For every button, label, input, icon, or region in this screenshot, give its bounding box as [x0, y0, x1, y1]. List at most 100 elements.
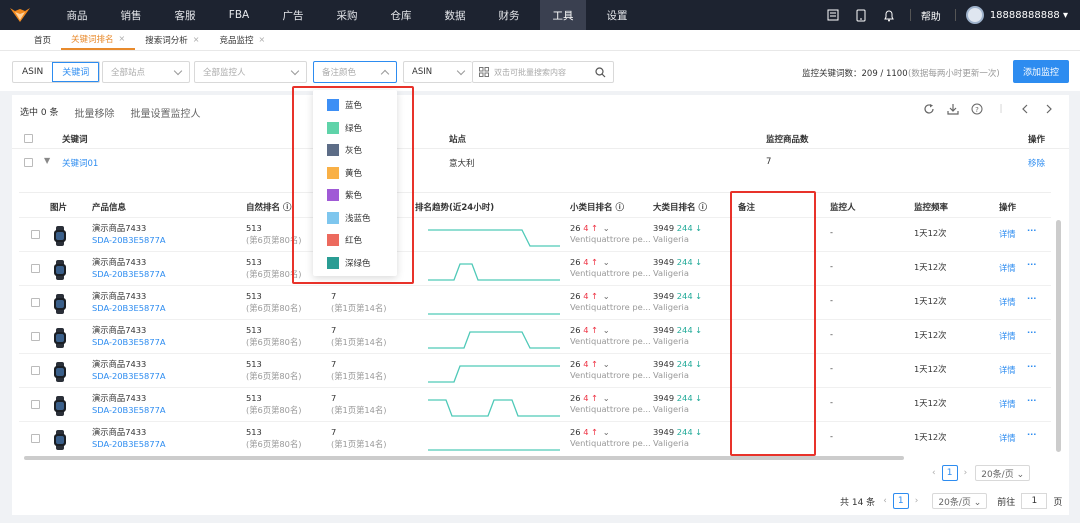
- site-select[interactable]: 全部站点: [102, 61, 190, 83]
- more-icon[interactable]: ···: [1027, 225, 1036, 235]
- bell-icon[interactable]: [882, 8, 896, 22]
- avatar[interactable]: [965, 6, 984, 24]
- page-size-select[interactable]: 20条/页 ⌄: [975, 465, 1031, 481]
- nav-item[interactable]: FBA: [216, 0, 262, 30]
- row-checkbox[interactable]: [31, 230, 40, 239]
- product-sku-link[interactable]: SDA-20B3E5877A: [92, 371, 166, 381]
- prev-page-icon[interactable]: ‹: [883, 496, 887, 506]
- help-link[interactable]: 帮助: [921, 8, 941, 23]
- monitor-select[interactable]: 全部监控人: [194, 61, 307, 83]
- mobile-icon[interactable]: [854, 8, 868, 22]
- nav-item[interactable]: 商品: [54, 0, 100, 30]
- product-sku-link[interactable]: SDA-20B3E5877A: [92, 235, 166, 245]
- more-icon[interactable]: ···: [1027, 327, 1036, 337]
- batch-grid-icon[interactable]: [479, 67, 489, 77]
- page-tab[interactable]: 竞品监控 ×: [209, 29, 275, 50]
- search-type-select[interactable]: ASIN: [403, 61, 472, 83]
- close-icon[interactable]: ×: [119, 34, 126, 43]
- more-icon[interactable]: ···: [1027, 361, 1036, 371]
- more-icon[interactable]: ···: [1027, 429, 1036, 439]
- download-icon[interactable]: [945, 101, 961, 117]
- page-tab[interactable]: 关键词排名 ×: [61, 29, 136, 50]
- row-checkbox[interactable]: [31, 298, 40, 307]
- chevron-down-icon[interactable]: ⌄: [603, 427, 610, 437]
- row-checkbox[interactable]: [31, 434, 40, 443]
- chevron-down-icon[interactable]: ⌄: [603, 257, 610, 267]
- remove-link[interactable]: 移除: [1028, 157, 1045, 169]
- chevron-down-icon[interactable]: ⌄: [603, 359, 610, 369]
- segment-keyword[interactable]: 关键词: [52, 62, 100, 82]
- row-checkbox[interactable]: [24, 158, 33, 167]
- nav-item[interactable]: 设置: [594, 0, 640, 30]
- row-checkbox[interactable]: [31, 332, 40, 341]
- prev-page-icon[interactable]: ‹: [932, 468, 936, 478]
- sub-rank: 26 4 ↑ ⌄: [570, 223, 610, 233]
- close-icon[interactable]: ×: [193, 35, 200, 44]
- page-tab[interactable]: 搜索词分析 ×: [135, 29, 209, 50]
- detail-link[interactable]: 详情: [999, 330, 1016, 342]
- nav-item[interactable]: 销售: [108, 0, 154, 30]
- row-checkbox[interactable]: [31, 366, 40, 375]
- page-size-select[interactable]: 20条/页 ⌄: [932, 493, 988, 509]
- close-icon[interactable]: ×: [258, 35, 265, 44]
- product-sku-link[interactable]: SDA-20B3E5877A: [92, 405, 166, 415]
- natural-rank: 513: [246, 257, 262, 267]
- search-input[interactable]: 双击可批量搜索内容: [472, 61, 614, 83]
- nav-item[interactable]: 采购: [324, 0, 370, 30]
- detail-link[interactable]: 详情: [999, 398, 1016, 410]
- chevron-down-icon[interactable]: ⌄: [603, 325, 610, 335]
- row-checkbox[interactable]: [31, 264, 40, 273]
- fox-logo-icon[interactable]: [8, 6, 32, 24]
- product-sku-link[interactable]: SDA-20B3E5877A: [92, 439, 166, 449]
- detail-link[interactable]: 详情: [999, 296, 1016, 308]
- note-color-select[interactable]: 备注颜色: [313, 61, 397, 83]
- sub-rank-value: 26: [570, 325, 581, 335]
- more-icon[interactable]: ···: [1027, 395, 1036, 405]
- vertical-scrollbar[interactable]: [1056, 220, 1061, 452]
- more-icon[interactable]: ···: [1027, 259, 1036, 269]
- batch-set-monitor-button[interactable]: 批量设置监控人: [130, 105, 200, 120]
- outer-pager: 共 14 条 ‹ 1 › 20条/页 ⌄ 前往 1 页: [840, 493, 1062, 509]
- nav-item[interactable]: 工具: [540, 0, 586, 30]
- horizontal-scrollbar[interactable]: [24, 456, 904, 460]
- detail-link[interactable]: 详情: [999, 228, 1016, 240]
- chevron-left-icon[interactable]: [1017, 101, 1033, 117]
- nav-item[interactable]: 财务: [486, 0, 532, 30]
- main-panel: 选中 0 条 批量移除 批量设置监控人 ? | 关键词 站点 监控商品数 操作 …: [12, 95, 1069, 515]
- nav-item[interactable]: 仓库: [378, 0, 424, 30]
- more-icon[interactable]: ···: [1027, 293, 1036, 303]
- refresh-icon[interactable]: [921, 101, 937, 117]
- row-checkbox[interactable]: [31, 400, 40, 409]
- product-sku-link[interactable]: SDA-20B3E5877A: [92, 303, 166, 313]
- next-page-icon[interactable]: ›: [915, 496, 919, 506]
- detail-link[interactable]: 详情: [999, 432, 1016, 444]
- segment-asin[interactable]: ASIN: [13, 62, 52, 82]
- page-tab[interactable]: 首页: [24, 29, 61, 50]
- product-sku-link[interactable]: SDA-20B3E5877A: [92, 269, 166, 279]
- chevron-down-icon[interactable]: ⌄: [603, 223, 610, 233]
- nav-item[interactable]: 广告: [270, 0, 316, 30]
- select-all-checkbox[interactable]: [24, 134, 33, 143]
- checklist-icon[interactable]: [826, 8, 840, 22]
- batch-remove-button[interactable]: 批量移除: [74, 105, 114, 120]
- detail-link[interactable]: 详情: [999, 364, 1016, 376]
- sub-rank-value: 26: [570, 223, 581, 233]
- goto-page-input[interactable]: 1: [1021, 493, 1048, 509]
- keyword-link[interactable]: 关键词01: [62, 157, 98, 169]
- chevron-down-icon[interactable]: ⌄: [603, 393, 610, 403]
- user-menu[interactable]: 18888888888 ▾: [990, 10, 1068, 21]
- nav-item[interactable]: 客服: [162, 0, 208, 30]
- product-sku-link[interactable]: SDA-20B3E5877A: [92, 337, 166, 347]
- page-number[interactable]: 1: [941, 465, 958, 481]
- big-rank-value: 3949: [653, 257, 675, 267]
- chevron-right-icon[interactable]: [1041, 101, 1057, 117]
- next-page-icon[interactable]: ›: [964, 468, 968, 478]
- help-icon[interactable]: ?: [969, 101, 985, 117]
- page-number[interactable]: 1: [892, 493, 909, 509]
- search-icon[interactable]: [595, 67, 606, 78]
- nav-item[interactable]: 数据: [432, 0, 478, 30]
- add-monitor-button[interactable]: 添加监控: [1013, 60, 1069, 83]
- chevron-down-icon[interactable]: ⌄: [603, 291, 610, 301]
- expand-caret-icon[interactable]: ▼: [44, 156, 50, 165]
- detail-link[interactable]: 详情: [999, 262, 1016, 274]
